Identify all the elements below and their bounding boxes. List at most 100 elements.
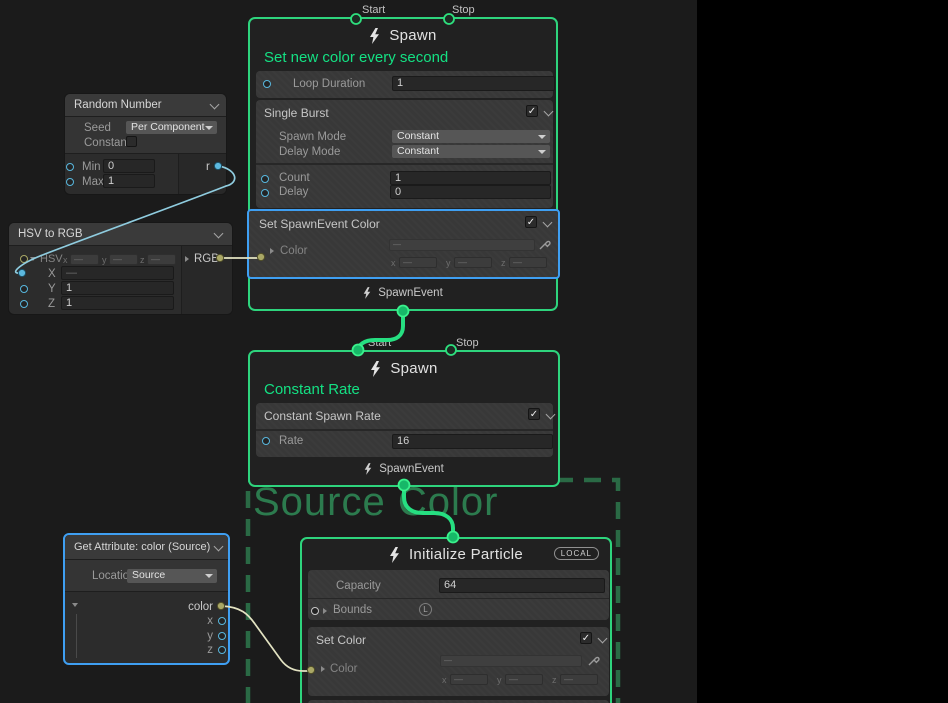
rgb-expand-icon[interactable] xyxy=(185,256,189,262)
spawn1-note[interactable]: Set new color every second xyxy=(264,49,448,66)
constant-spawn-rate-checkbox[interactable]: ✓ xyxy=(528,408,540,420)
hsv-y-label: y xyxy=(102,255,107,265)
spawn-mode-dropdown[interactable]: Constant xyxy=(392,130,550,143)
min-field[interactable]: 0 xyxy=(103,159,155,173)
block-divider xyxy=(256,163,553,165)
random-number-settings: Seed Per Component Constant xyxy=(65,117,226,154)
z-input-field[interactable]: 1 xyxy=(61,296,174,310)
constant-label: Constant xyxy=(84,137,130,149)
count-port[interactable] xyxy=(261,175,269,183)
hsv-x-field: — xyxy=(70,254,99,265)
x-input-field[interactable]: — xyxy=(61,266,174,280)
set-color-title: Set Color xyxy=(316,633,366,647)
location-dropdown[interactable]: Source xyxy=(127,569,217,583)
color-label: Color xyxy=(280,245,307,257)
context-spawn-1[interactable]: Start Stop Spawn Set new color every sec… xyxy=(248,17,558,311)
y-input-label: Y xyxy=(48,283,56,295)
seed-label: Seed xyxy=(84,122,111,134)
hsv-to-rgb-header[interactable]: HSV to RGB xyxy=(9,223,232,246)
y-input-field[interactable]: 1 xyxy=(61,281,174,295)
y-output-port[interactable] xyxy=(218,632,226,640)
rate-field[interactable]: 16 xyxy=(392,434,553,449)
x-output-port[interactable] xyxy=(218,617,226,625)
capacity-field[interactable]: 64 xyxy=(439,578,605,593)
single-burst-chevron-icon[interactable] xyxy=(544,107,554,117)
stop-flow-label: Stop xyxy=(456,337,479,349)
random-number-header[interactable]: Random Number xyxy=(65,94,226,117)
color-expand-icon[interactable] xyxy=(270,248,274,254)
outputs-expand-icon[interactable] xyxy=(72,603,78,607)
constant-spawn-rate-block[interactable]: Constant Spawn Rate ✓ Rate 16 xyxy=(256,403,553,457)
rate-port[interactable] xyxy=(262,437,270,445)
node-get-attribute[interactable]: Get Attribute: color (Source) Location S… xyxy=(63,533,230,665)
constant-checkbox[interactable] xyxy=(126,136,137,147)
set-spawnevent-color-chevron-icon[interactable] xyxy=(543,218,553,228)
node-random-number[interactable]: Random Number Seed Per Component Constan… xyxy=(64,93,227,195)
context-spawn-2[interactable]: Start Stop Spawn Constant Rate Constant … xyxy=(248,350,560,487)
hsv-port[interactable] xyxy=(20,255,28,263)
color-x-label: x xyxy=(391,258,396,268)
bounds-label: Bounds xyxy=(333,604,372,616)
count-label: Count xyxy=(279,172,310,184)
set-spawnevent-color-block[interactable]: Set SpawnEvent Color ✓ Color — x — y — z… xyxy=(247,209,560,279)
loop-duration-block[interactable]: Loop Duration 1 xyxy=(256,71,553,98)
set-color-block[interactable]: Set Color ✓ Color — x — y — z — xyxy=(308,627,609,696)
max-port[interactable] xyxy=(66,178,74,186)
count-field[interactable]: 1 xyxy=(390,171,551,185)
init-color-swatch-field[interactable]: — xyxy=(440,655,582,667)
x-output-label: x xyxy=(193,615,213,627)
color-y-field: — xyxy=(454,257,492,268)
hsv-z-label: z xyxy=(140,255,145,265)
bounds-expand-icon[interactable] xyxy=(323,608,327,614)
max-field[interactable]: 1 xyxy=(103,174,155,188)
start-flow-label: Start xyxy=(368,337,391,349)
context-initialize-particle[interactable]: Initialize Particle LOCAL Capacity 64 Bo… xyxy=(300,537,612,703)
bounds-port[interactable] xyxy=(311,607,319,615)
node-hsv-to-rgb[interactable]: HSV to RGB HSV x — y — z — X — Y 1 Z 1 R… xyxy=(8,222,233,315)
set-spawnevent-color-checkbox[interactable]: ✓ xyxy=(525,216,537,228)
delay-mode-dropdown[interactable]: Constant xyxy=(392,145,550,158)
get-attribute-settings: Location Source xyxy=(65,560,228,592)
spawn2-note[interactable]: Constant Rate xyxy=(264,381,360,398)
y-input-port[interactable] xyxy=(20,285,28,293)
x-input-label: X xyxy=(48,268,56,280)
loop-duration-port[interactable] xyxy=(263,80,271,88)
single-burst-enabled-checkbox[interactable]: ✓ xyxy=(526,105,538,117)
loop-duration-field[interactable]: 1 xyxy=(392,76,555,91)
set-color-checkbox[interactable]: ✓ xyxy=(580,632,592,644)
init-color-label: Color xyxy=(330,663,357,675)
r-output-label: r xyxy=(206,161,210,173)
get-attribute-header[interactable]: Get Attribute: color (Source) xyxy=(65,535,228,560)
min-port[interactable] xyxy=(66,163,74,171)
eyedropper-icon[interactable] xyxy=(539,237,552,250)
spawn1-footer: SpawnEvent xyxy=(250,287,556,299)
local-space-badge[interactable]: LOCAL xyxy=(554,547,599,560)
hsv-to-rgb-title: HSV to RGB xyxy=(18,228,83,240)
color-expand-icon[interactable] xyxy=(321,666,325,672)
constant-spawn-rate-chevron-icon[interactable] xyxy=(546,410,556,420)
collapse-chevron-icon[interactable] xyxy=(210,100,220,110)
collapse-chevron-icon[interactable] xyxy=(214,229,224,239)
seed-dropdown[interactable]: Per Component xyxy=(126,121,217,134)
z-output-port[interactable] xyxy=(218,646,226,654)
hsv-expand-icon[interactable] xyxy=(30,257,36,261)
bounds-l-icon[interactable]: L xyxy=(419,603,432,616)
delay-field[interactable]: 0 xyxy=(390,185,551,199)
stop-flow-label: Stop xyxy=(452,4,475,16)
collapse-chevron-icon[interactable] xyxy=(214,542,224,552)
color-z-field: — xyxy=(509,257,547,268)
start-flow-label: Start xyxy=(362,4,385,16)
delay-port[interactable] xyxy=(261,189,269,197)
eyedropper-icon[interactable] xyxy=(588,653,601,666)
z-input-port[interactable] xyxy=(20,300,28,308)
single-burst-block[interactable]: Single Burst ✓ Spawn Mode Constant Delay… xyxy=(256,100,553,208)
spawn-mode-label: Spawn Mode xyxy=(279,131,346,143)
delay-mode-label: Delay Mode xyxy=(279,146,340,158)
rate-label: Rate xyxy=(279,435,303,447)
vfx-graph-canvas[interactable]: Source Color Random Number Seed Per Comp… xyxy=(0,0,948,703)
color-swatch-field[interactable]: — xyxy=(389,239,535,251)
capacity-bounds-block[interactable]: Capacity 64 Bounds L xyxy=(308,570,609,620)
color-y-label: y xyxy=(446,258,451,268)
random-number-title: Random Number xyxy=(74,99,162,111)
set-color-chevron-icon[interactable] xyxy=(598,634,608,644)
